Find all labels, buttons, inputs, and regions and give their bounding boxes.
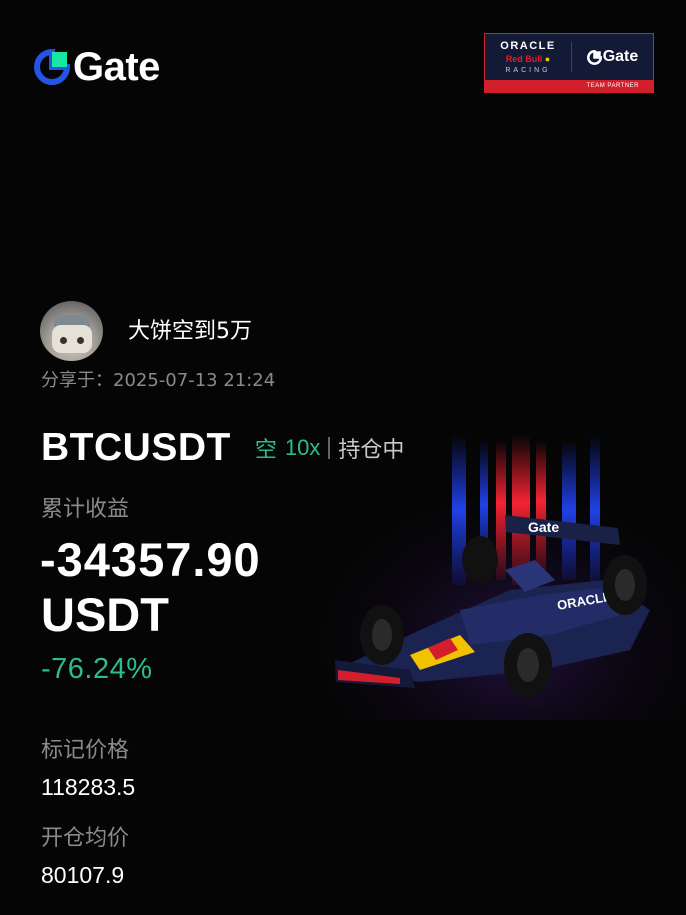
entry-price-label: 开仓均价 xyxy=(41,826,130,851)
mark-price: 118283.5 xyxy=(41,774,136,800)
username: 大饼空到5万 xyxy=(128,319,252,344)
position-direction: 空 xyxy=(254,438,277,463)
separator xyxy=(328,437,331,459)
badge-gate-icon xyxy=(586,49,602,65)
entry-price: 80107.9 xyxy=(41,862,125,888)
pnl-unit: USDT xyxy=(41,588,169,641)
oracle-text: ORACLE xyxy=(500,40,556,52)
pnl-percent: -76.24% xyxy=(41,653,153,685)
share-card: Gate ORACLE Red Bull ● RACING Gate TEAM … xyxy=(0,0,686,915)
racing-text: RACING xyxy=(505,67,551,74)
pnl-value: -34357.90 xyxy=(40,533,261,586)
pnl-label: 累计收益 xyxy=(41,497,130,522)
leverage: 10x xyxy=(284,435,321,460)
gate-logo-icon xyxy=(34,49,70,85)
team-partner-strip: TEAM PARTNER xyxy=(485,80,653,92)
badge-gate-logo: Gate xyxy=(586,48,638,66)
position-status: 持仓中 xyxy=(338,438,405,463)
red-bull-text: Red Bull ● xyxy=(505,54,551,64)
position-header: BTCUSDT 空 10x 持仓中 xyxy=(41,425,404,471)
partner-badge: ORACLE Red Bull ● RACING Gate TEAM PARTN… xyxy=(484,33,654,93)
shared-at: 分享于：2025-07-13 21:24 xyxy=(41,370,276,391)
avatar xyxy=(40,301,103,361)
gate-logo-text: Gate xyxy=(73,45,160,89)
svg-text:Gate: Gate xyxy=(528,519,559,535)
mark-price-label: 标记价格 xyxy=(41,738,130,763)
gate-logo: Gate xyxy=(34,45,160,89)
trading-pair: BTCUSDT xyxy=(41,426,231,469)
